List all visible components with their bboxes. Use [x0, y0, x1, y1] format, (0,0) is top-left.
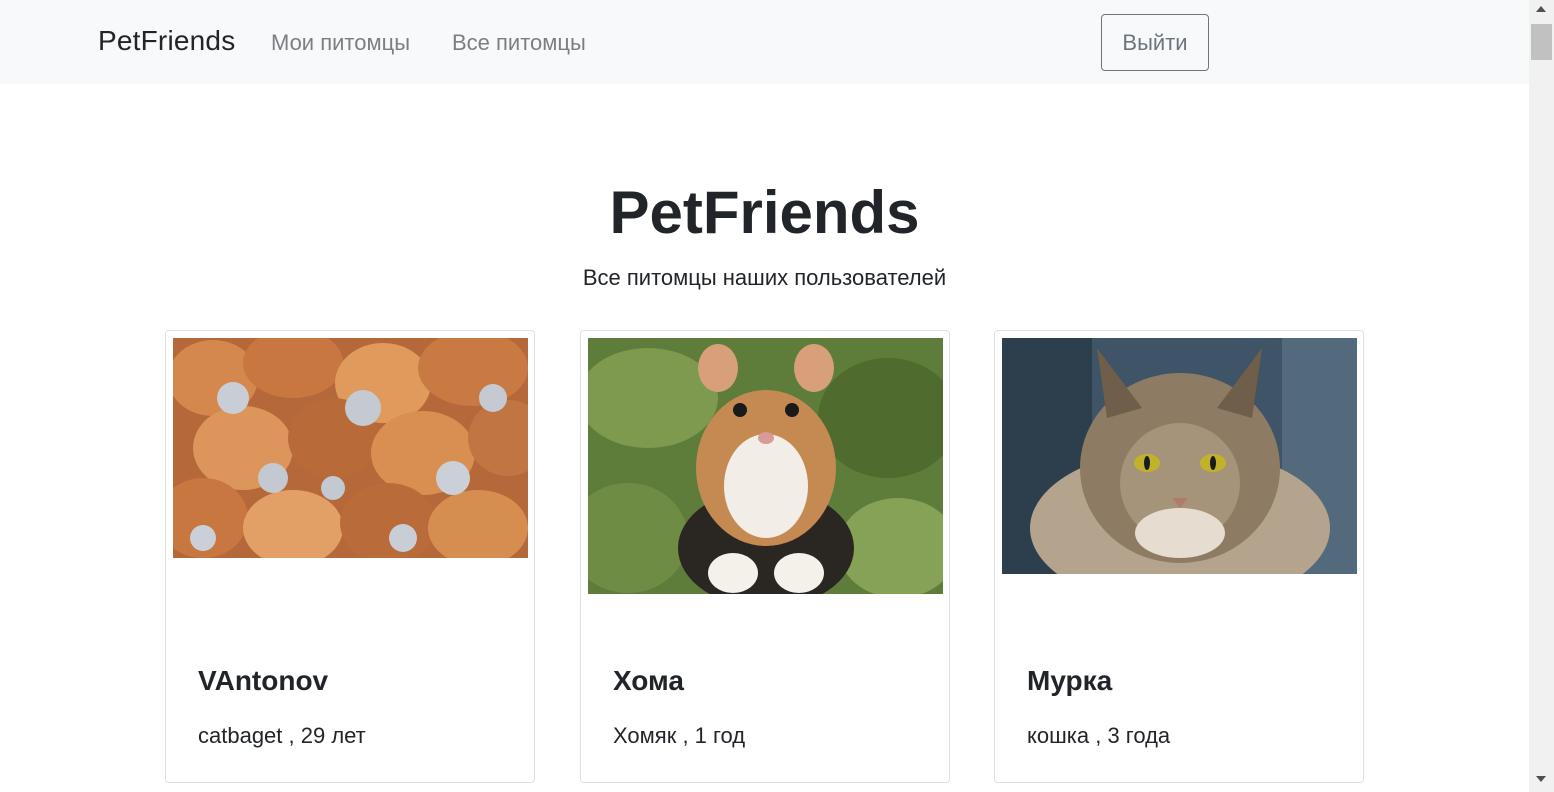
- scroll-up-arrow-icon[interactable]: [1536, 6, 1546, 12]
- pet-info: catbaget , 29 лет: [198, 723, 366, 748]
- pet-name: VAntonov: [198, 665, 329, 696]
- pet-name: Хома: [613, 665, 684, 696]
- scroll-down-arrow-icon[interactable]: [1536, 776, 1546, 782]
- brand-link[interactable]: PetFriends: [98, 25, 235, 57]
- pet-card: Хома Хомяк , 1 год: [580, 330, 950, 783]
- nav-link-all-pets[interactable]: Все питомцы: [452, 30, 586, 56]
- pet-info: Хомяк , 1 год: [613, 723, 746, 748]
- pet-card: Мурка кошка , 3 года: [994, 330, 1364, 783]
- page-subtitle: Все питомцы наших пользователей: [582, 265, 947, 290]
- pet-card: VAntonov catbaget , 29 лет: [165, 330, 535, 783]
- tabby-cat-image: [1002, 338, 1357, 574]
- page-title: PetFriends: [609, 179, 920, 246]
- hamster-image: [588, 338, 943, 594]
- nav-link-my-pets[interactable]: Мои питомцы: [271, 30, 410, 56]
- vertical-scrollbar[interactable]: [1529, 0, 1554, 792]
- scrollbar-thumb[interactable]: [1531, 24, 1552, 60]
- navbar: PetFriends Мои питомцы Все питомцы Выйти: [0, 0, 1529, 84]
- pet-info: кошка , 3 года: [1027, 723, 1171, 748]
- cat-collage-image: [173, 338, 528, 558]
- logout-button[interactable]: Выйти: [1101, 14, 1209, 71]
- pet-name: Мурка: [1027, 665, 1113, 696]
